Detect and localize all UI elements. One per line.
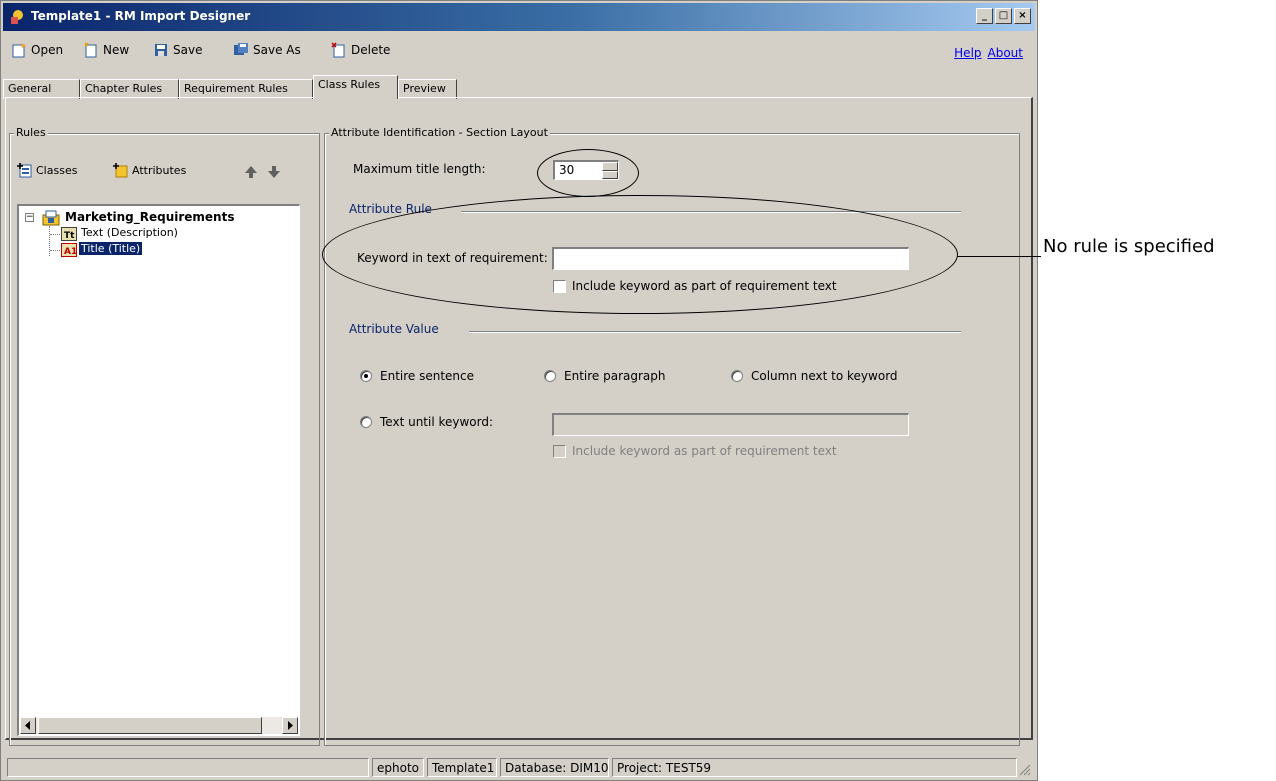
column-next-to-keyword-radio[interactable] [731,370,743,382]
tree-line [49,226,50,256]
status-bar: ephoto Template1 Database: DIM10 Project… [3,756,1035,778]
tab-strip: General Chapter Rules Requirement Rules … [3,75,1035,99]
annotation-callout-line [957,256,1041,257]
annotation-text: No rule is specified [1043,236,1215,257]
add-classes-icon [17,163,32,178]
classes-button[interactable]: Classes [16,162,77,178]
svg-text:Tt: Tt [64,231,75,241]
text-attribute-icon: Tt [61,227,77,241]
radio-selected-dot [364,374,368,378]
status-database: Database: DIM10 [500,758,609,777]
tab-general[interactable]: General [3,79,80,99]
entire-sentence-radio[interactable] [360,370,372,382]
tab-preview[interactable]: Preview [398,79,457,99]
save-button[interactable]: Save [153,42,202,58]
attribute-value-title: Attribute Value [349,322,439,336]
tab-class-rules[interactable]: Class Rules [313,75,398,99]
help-link[interactable]: Help [954,46,981,60]
entire-paragraph-label[interactable]: Entire paragraph [564,369,665,383]
text-until-keyword-input[interactable] [552,413,909,436]
about-link[interactable]: About [988,46,1023,60]
tree-line [50,234,60,235]
right-arrow-icon [288,721,293,730]
delete-icon [331,42,345,58]
save-label: Save [173,43,203,57]
rules-group: Rules Classes Attributes − Marketing_Req… [9,126,320,746]
tree-item-text[interactable]: Text (Description) [79,226,180,239]
window-title: Template1 - RM Import Designer [31,9,251,23]
highlight-ellipse-attribute-rule [322,195,958,314]
close-button[interactable]: × [1014,8,1031,24]
move-down-arrow-icon[interactable] [266,164,282,180]
scroll-thumb[interactable] [38,717,262,734]
include-keyword-disabled-label: Include keyword as part of requirement t… [572,444,837,458]
attributes-label: Attributes [132,163,187,177]
app-icon [11,10,23,24]
open-icon [12,43,26,58]
status-project: Project: TEST59 [612,758,1017,777]
classes-label: Classes [36,163,78,177]
new-label: New [103,43,130,57]
title-attribute-icon: A1 [61,243,77,257]
package-icon [42,210,60,226]
open-label: Open [31,43,64,57]
status-empty-cell [7,758,369,777]
left-arrow-icon [25,721,30,730]
highlight-ellipse-max-title [537,149,639,197]
new-icon [84,42,97,58]
open-button[interactable]: Open [11,42,63,58]
main-window: Template1 - RM Import Designer _ □ × Ope… [0,0,1038,781]
text-until-keyword-radio[interactable] [360,416,372,428]
tree-root-label[interactable]: Marketing_Requirements [65,210,234,224]
entire-sentence-label[interactable]: Entire sentence [380,369,474,383]
save-icon [155,44,167,56]
toolbar: Open New Save Save As Delete Help About [3,33,1035,69]
status-template: Template1 [427,758,497,777]
delete-button[interactable]: Delete [331,42,390,58]
scroll-right-button[interactable] [282,717,298,734]
add-attributes-icon [113,163,128,178]
class-tree[interactable]: − Marketing_Requirements Tt Text (Descri… [17,204,300,736]
class-rules-page: Rules Classes Attributes − Marketing_Req… [5,97,1033,746]
svg-text:A1: A1 [64,247,77,257]
move-up-arrow-icon[interactable] [243,164,259,180]
section-divider [469,331,961,333]
tab-requirement-rules[interactable]: Requirement Rules [179,79,313,99]
delete-label: Delete [351,43,391,57]
tree-line [50,250,60,251]
save-as-icon [234,43,248,55]
tree-collapse-toggle[interactable]: − [25,213,34,222]
minimize-button[interactable]: _ [976,8,993,24]
horizontal-scrollbar[interactable] [20,717,298,734]
title-bar[interactable]: Template1 - RM Import Designer _ □ × [3,3,1035,31]
save-as-label: Save As [253,43,301,57]
max-title-length-label: Maximum title length: [353,162,486,176]
scroll-left-button[interactable] [20,717,36,734]
column-next-to-keyword-label[interactable]: Column next to keyword [751,369,898,383]
entire-paragraph-radio[interactable] [544,370,556,382]
save-as-button[interactable]: Save As [233,42,301,58]
new-button[interactable]: New [83,42,129,58]
attributes-button[interactable]: Attributes [112,162,186,178]
tree-item-title[interactable]: Title (Title) [79,242,143,255]
maximize-button[interactable]: □ [995,8,1012,24]
rules-legend: Rules [14,126,48,139]
include-keyword-disabled-checkbox[interactable] [553,445,566,458]
resize-grip-icon[interactable] [1017,762,1031,776]
attribute-identification-legend: Attribute Identification - Section Layou… [329,126,550,139]
status-user: ephoto [372,758,424,777]
text-until-keyword-label[interactable]: Text until keyword: [380,415,493,429]
tab-chapter-rules[interactable]: Chapter Rules [80,79,179,99]
